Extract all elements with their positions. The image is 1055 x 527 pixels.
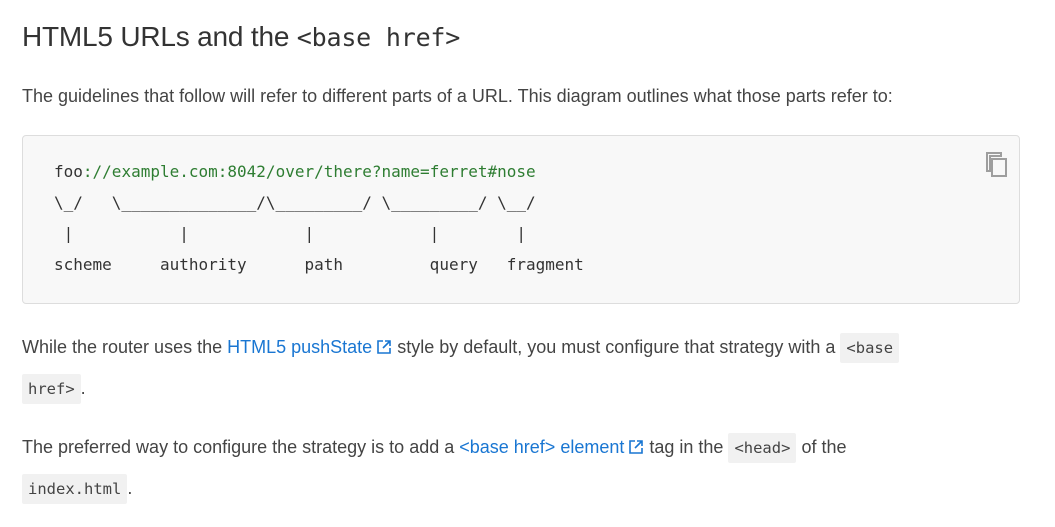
url-rest-text: ://example.com:8042/over/there?name=ferr… bbox=[82, 162, 536, 181]
copy-code-button[interactable] bbox=[984, 149, 1010, 179]
inline-code-base: <base bbox=[840, 333, 900, 363]
code-line-labels: scheme authority path query fragment bbox=[54, 255, 584, 274]
para2-text-before: The preferred way to configure the strat… bbox=[22, 437, 460, 457]
para2-text-after: tag in the bbox=[644, 437, 729, 457]
base-href-element-link[interactable]: <base href> element bbox=[459, 437, 644, 457]
url-diagram-code-block: foo://example.com:8042/over/there?name=f… bbox=[22, 135, 1020, 304]
intro-paragraph: The guidelines that follow will refer to… bbox=[22, 86, 893, 106]
page-heading: HTML5 URLs and the <base href> bbox=[22, 17, 460, 58]
base-href-link-label: <base href> element bbox=[459, 437, 625, 457]
inline-code-head: <head> bbox=[728, 433, 797, 463]
heading-text: HTML5 URLs and the bbox=[22, 21, 297, 52]
para1-end: . bbox=[80, 378, 86, 398]
code-lines: foo://example.com:8042/over/there?name=f… bbox=[54, 158, 584, 282]
para2-end: . bbox=[127, 478, 133, 498]
pushstate-link[interactable]: HTML5 pushState bbox=[227, 337, 392, 357]
preferred-way-paragraph: The preferred way to configure the strat… bbox=[22, 427, 1022, 509]
code-line-pipes: | | | | | bbox=[54, 224, 527, 243]
inline-code-index-html: index.html bbox=[22, 474, 128, 504]
external-link-icon bbox=[377, 340, 391, 354]
para2-after-code: of the bbox=[796, 437, 847, 457]
para1-text-before: While the router uses the bbox=[22, 337, 228, 357]
inline-code-href: href> bbox=[22, 374, 81, 404]
code-line-url: foo://example.com:8042/over/there?name=f… bbox=[54, 158, 584, 189]
external-link-icon bbox=[629, 440, 644, 454]
router-paragraph: While the router uses the HTML5 pushStat… bbox=[22, 327, 1022, 409]
copy-icon bbox=[986, 152, 1007, 177]
pushstate-link-label: HTML5 pushState bbox=[227, 337, 373, 357]
para1-text-after: style by default, you must configure tha… bbox=[392, 337, 841, 357]
url-scheme-text: foo bbox=[54, 162, 83, 181]
code-line-brackets: \_/ \______________/\_________/ \_______… bbox=[54, 193, 536, 212]
heading-code: <base href> bbox=[296, 23, 461, 52]
